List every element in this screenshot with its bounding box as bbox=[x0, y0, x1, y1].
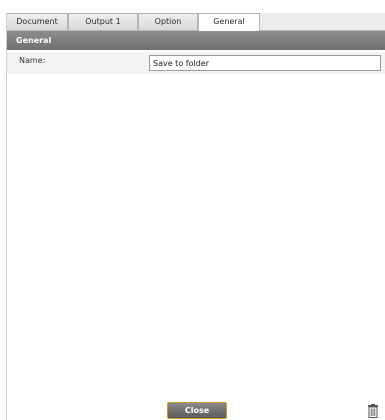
dialog-window: Document Output 1 Option General General… bbox=[0, 0, 385, 420]
tab-output-1[interactable]: Output 1 bbox=[68, 13, 138, 30]
name-label: Name: bbox=[19, 56, 46, 65]
name-row: Name: bbox=[6, 52, 385, 74]
tab-option[interactable]: Option bbox=[138, 13, 198, 30]
close-button[interactable]: Close bbox=[167, 402, 227, 419]
name-input[interactable] bbox=[149, 55, 381, 71]
window-left-border bbox=[6, 13, 7, 420]
tab-document[interactable]: Document bbox=[6, 13, 68, 30]
dialog-footer: Close bbox=[6, 396, 385, 420]
trash-icon[interactable] bbox=[367, 404, 379, 418]
section-header-general: General bbox=[6, 31, 385, 50]
content-area bbox=[6, 74, 385, 396]
tab-bar: Document Output 1 Option General bbox=[6, 13, 385, 31]
tab-general[interactable]: General bbox=[198, 13, 260, 31]
